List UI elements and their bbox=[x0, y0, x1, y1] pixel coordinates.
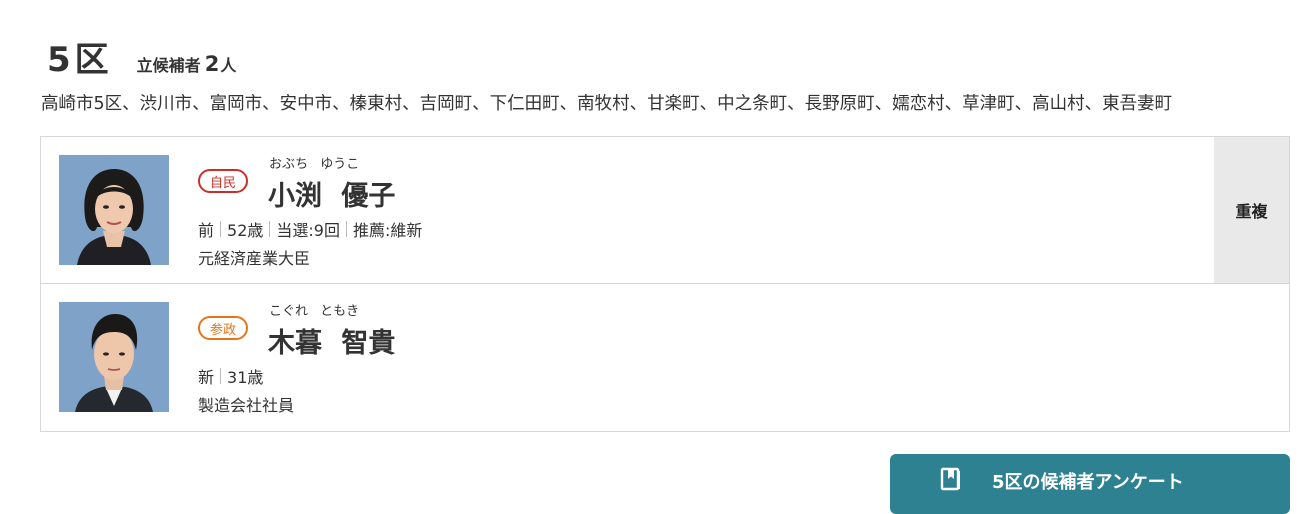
candidate-status: 前 bbox=[198, 221, 215, 240]
meta-divider bbox=[269, 221, 271, 237]
party-badge: 参政 bbox=[198, 316, 248, 340]
survey-document-icon bbox=[940, 467, 962, 491]
candidate-career: 製造会社社員 bbox=[198, 396, 295, 415]
candidate-count-unit: 人 bbox=[220, 56, 237, 75]
candidate-name[interactable]: 木暮 智貴 bbox=[268, 321, 395, 360]
meta-divider bbox=[220, 368, 222, 384]
candidate-age: 52歳 bbox=[227, 221, 264, 240]
meta-divider bbox=[345, 221, 347, 237]
district-title: 5区 bbox=[47, 40, 113, 80]
candidate-career: 元経済産業大臣 bbox=[198, 249, 311, 268]
candidate-meta: 新 31歳 bbox=[198, 364, 263, 388]
candidate-elected-count: 当選:9回 bbox=[276, 221, 340, 240]
duplicate-candidacy-badge: 重複 bbox=[1214, 137, 1289, 283]
candidate-meta: 前 52歳 当選:9回 推薦:維新 bbox=[198, 217, 422, 241]
candidate-age: 31歳 bbox=[227, 368, 264, 387]
candidate-photo bbox=[59, 302, 169, 412]
candidate-count-label: 立候補者 bbox=[136, 56, 201, 75]
district-header: 5区 立候補者 2 人 bbox=[47, 32, 236, 81]
candidate-card[interactable]: 自民 おぶち ゆうこ 小渕 優子 前 52歳 当選:9回 推薦:維新 元経済産業… bbox=[40, 136, 1290, 284]
candidate-furigana: こぐれ ともき bbox=[269, 304, 360, 319]
candidate-name[interactable]: 小渕 優子 bbox=[268, 174, 395, 213]
candidate-status: 新 bbox=[198, 368, 215, 387]
survey-button-label: 5区の候補者アンケート bbox=[992, 472, 1184, 493]
candidate-survey-button[interactable]: 5区の候補者アンケート bbox=[890, 454, 1290, 514]
party-badge: 自民 bbox=[198, 169, 248, 193]
candidate-photo bbox=[59, 155, 169, 265]
candidate-furigana: おぶち ゆうこ bbox=[269, 157, 360, 172]
candidate-endorsement: 推薦:維新 bbox=[352, 221, 423, 240]
district-area-list: 高崎市5区、渋川市、富岡市、安中市、榛東村、吉岡町、下仁田町、南牧村、甘楽町、中… bbox=[41, 94, 1173, 114]
meta-divider bbox=[220, 221, 222, 237]
candidate-count: 2 bbox=[204, 52, 220, 76]
candidate-card[interactable]: 参政 こぐれ ともき 木暮 智貴 新 31歳 製造会社社員 bbox=[40, 284, 1290, 432]
candidate-list: 自民 おぶち ゆうこ 小渕 優子 前 52歳 当選:9回 推薦:維新 元経済産業… bbox=[40, 136, 1290, 432]
